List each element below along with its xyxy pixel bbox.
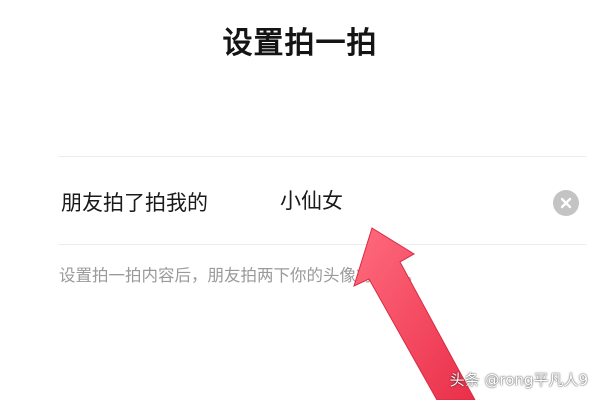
hint-text: 设置拍一拍内容后，朋友拍两下你的头像将出现。	[59, 266, 422, 285]
pat-prefix-label: 朋友拍了拍我的	[61, 191, 208, 215]
page-title: 设置拍一拍	[222, 26, 378, 61]
pat-setting-row[interactable]: 朋友拍了拍我的	[58, 157, 586, 244]
watermark: 头条 @rong平凡人9	[449, 371, 588, 389]
clear-icon[interactable]	[553, 190, 579, 216]
bottom-divider	[58, 244, 586, 245]
pat-text-input[interactable]	[280, 184, 530, 216]
clear-x-glyph	[560, 197, 572, 209]
